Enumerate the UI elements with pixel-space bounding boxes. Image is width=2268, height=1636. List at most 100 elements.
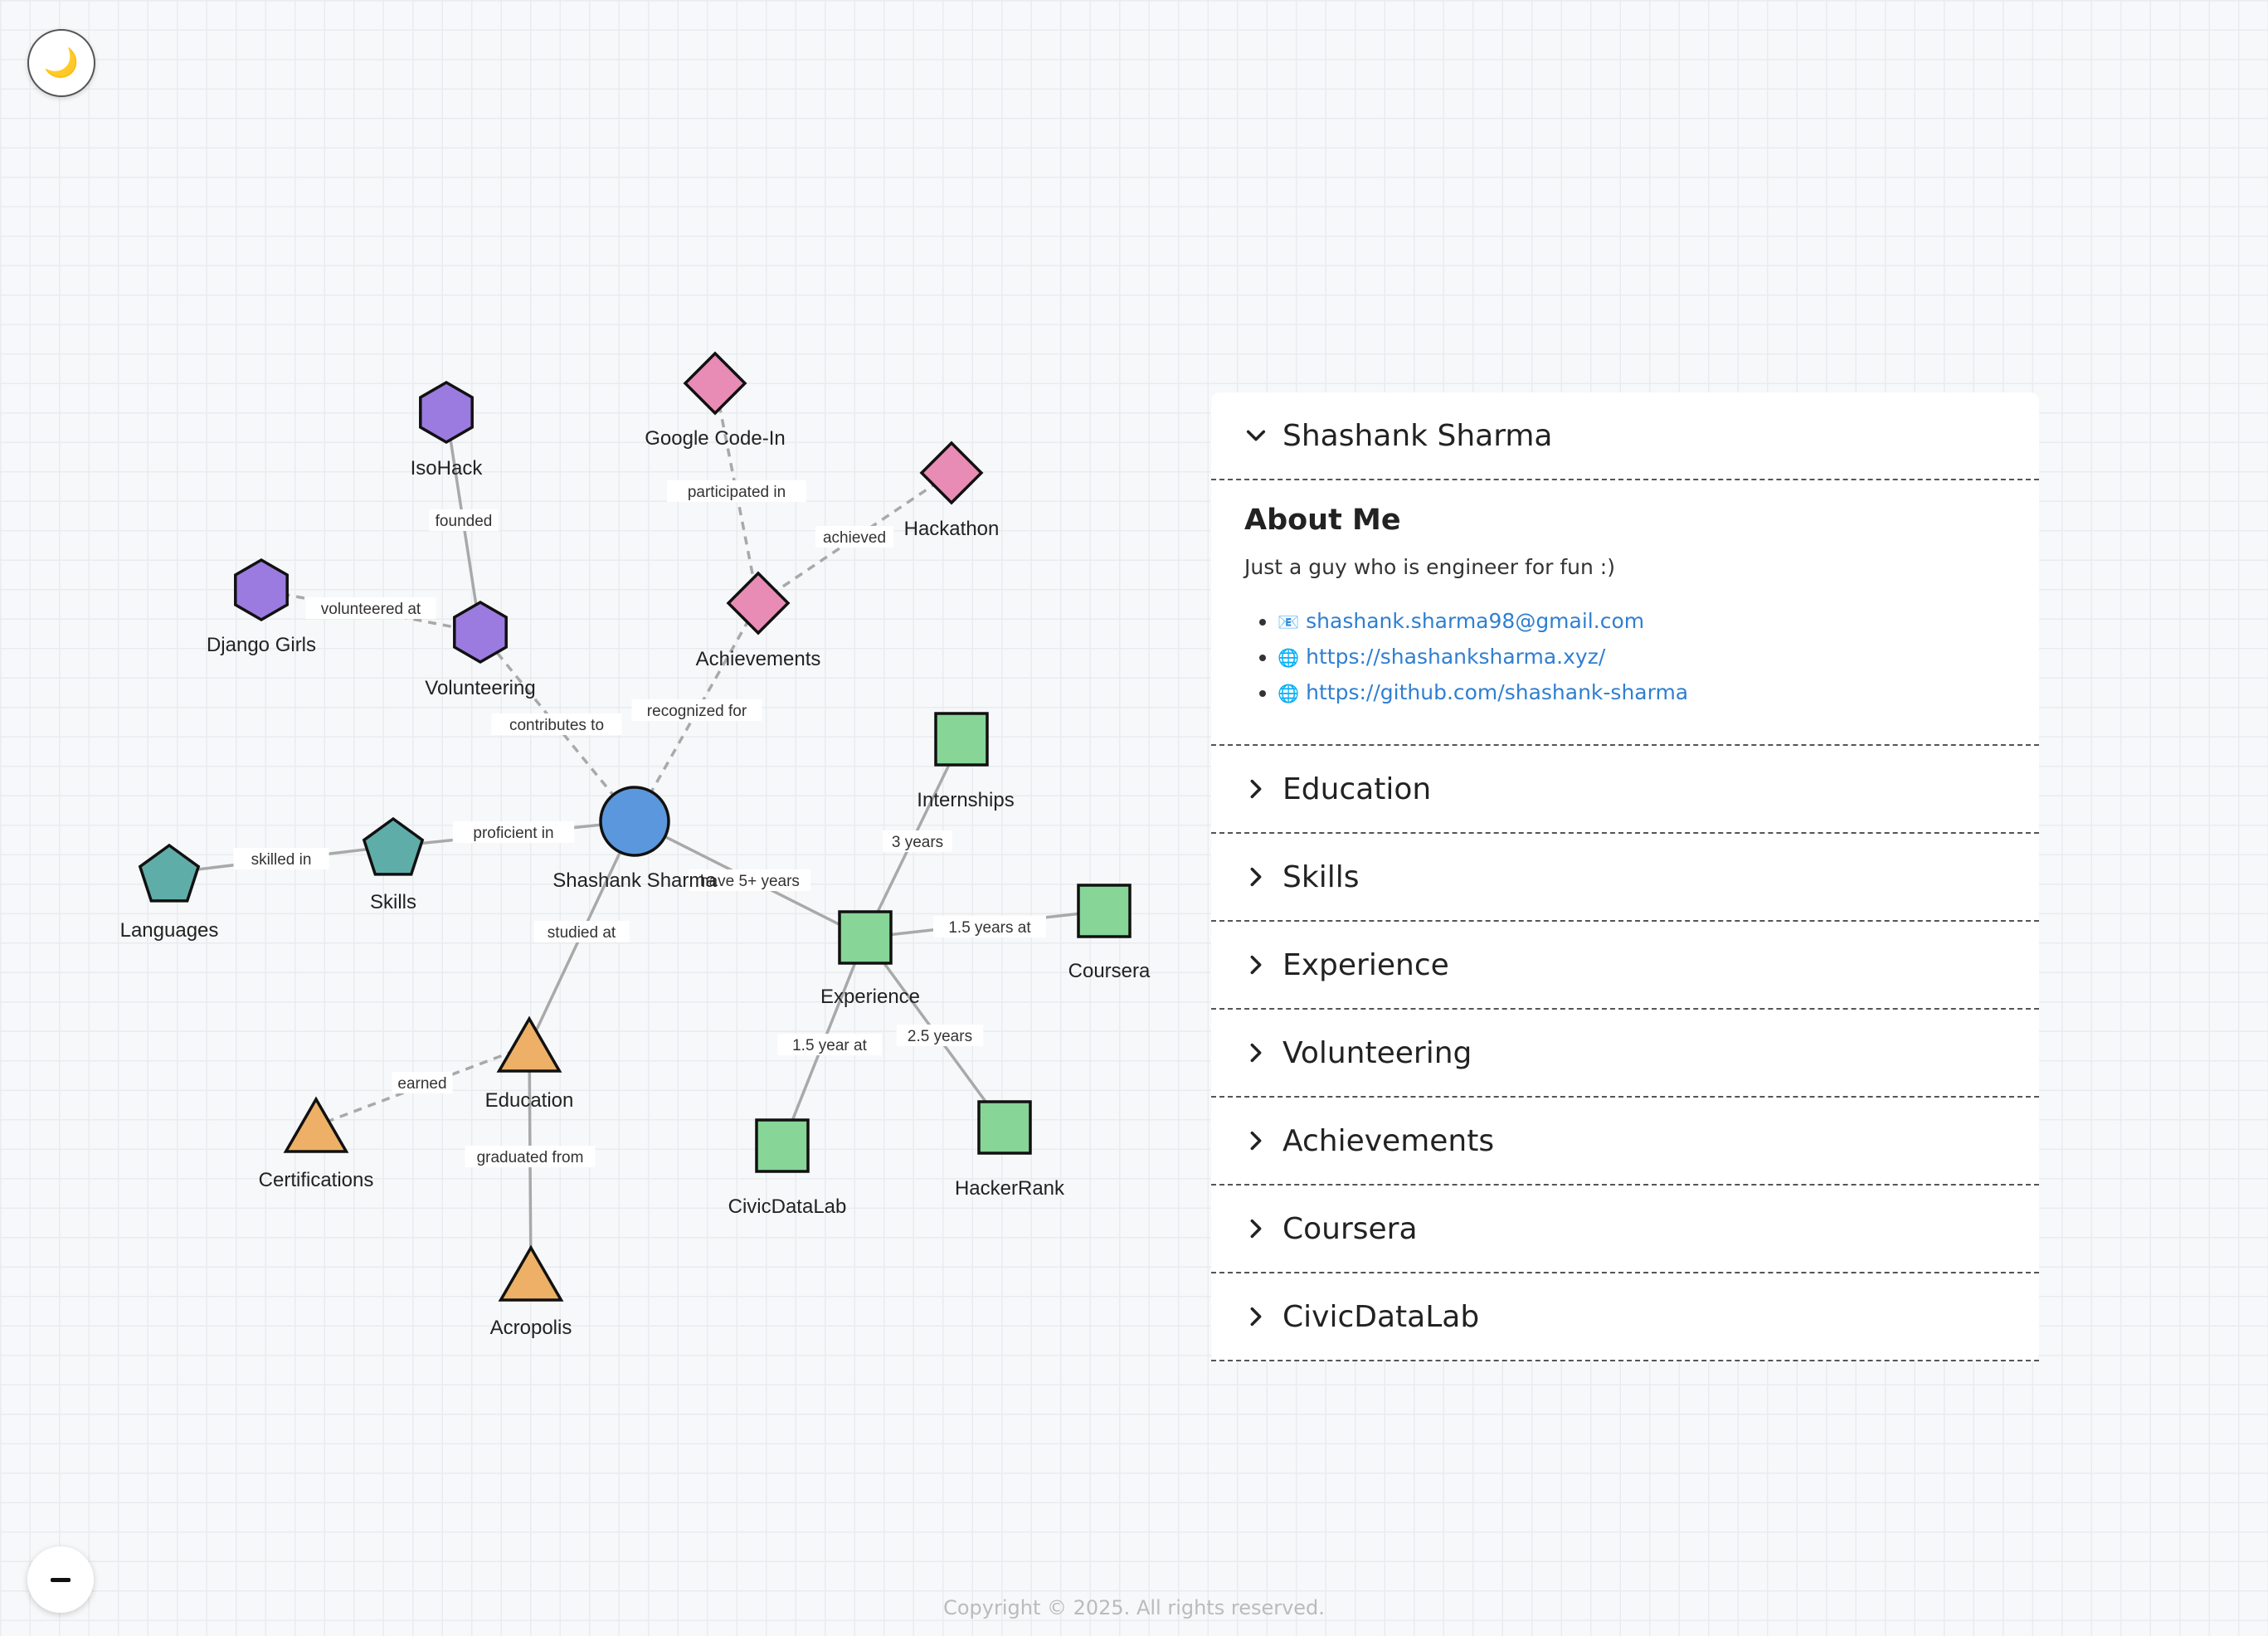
graph-node-languages[interactable]: Languages	[120, 843, 219, 942]
chevron-right-icon	[1250, 955, 1262, 975]
pentagon-node[interactable]	[362, 816, 425, 876]
node-label: Coursera	[1068, 960, 1151, 982]
edge-label: achieved	[823, 529, 886, 547]
edge-label: 1.5 year at	[792, 1037, 867, 1054]
node-label: Hackathon	[904, 518, 1000, 540]
node-label: Skills	[370, 891, 416, 913]
accordion-header-achievements[interactable]: Achievements	[1211, 1098, 2039, 1186]
accordion-header-experience[interactable]: Experience	[1211, 922, 2039, 1010]
edge-label: 2.5 years	[908, 1028, 972, 1045]
square-node[interactable]	[934, 712, 989, 767]
graph-edge: founded	[429, 411, 499, 633]
hexagon-node[interactable]	[234, 558, 289, 622]
triangle-node[interactable]	[498, 1244, 564, 1302]
edge-label: skilled in	[251, 851, 312, 869]
moon-icon: 🌙	[43, 46, 80, 80]
chevron-down-icon	[1246, 430, 1266, 441]
graph-edge: 1.5 year at	[777, 937, 882, 1147]
triangle-node[interactable]	[283, 1096, 349, 1153]
square-node[interactable]	[838, 910, 893, 965]
edge-label: studied at	[548, 924, 616, 942]
graph-node-internships[interactable]: Internships	[917, 712, 1015, 811]
circle-node[interactable]	[599, 786, 670, 857]
diamond-node[interactable]	[919, 441, 984, 505]
graph-node-acropolis[interactable]: Acropolis	[490, 1244, 572, 1339]
node-label: Education	[485, 1089, 574, 1112]
chevron-right-icon	[1250, 1043, 1262, 1063]
graph-node-django[interactable]: Django Girls	[207, 558, 316, 656]
edge-label: 1.5 years at	[948, 919, 1031, 937]
graph-nodes[interactable]: Shashank Sharma Volunteering IsoHack Django…	[120, 351, 1151, 1339]
chevron-right-icon	[1250, 1131, 1262, 1151]
diamond-node[interactable]	[683, 351, 747, 416]
chevron-right-icon	[1250, 779, 1262, 799]
node-label: CivicDataLab	[728, 1195, 847, 1218]
accordion-header-skills[interactable]: Skills	[1211, 834, 2039, 922]
edge-label: contributes to	[509, 717, 604, 734]
edge-label: 3 years	[892, 834, 943, 851]
graph-node-skills[interactable]: Skills	[362, 816, 425, 913]
graph-node-certs[interactable]: Certifications	[259, 1096, 374, 1191]
hexagon-node[interactable]	[453, 600, 508, 665]
globe-icon: 🌐	[1278, 648, 1300, 668]
accordion-title: CivicDataLab	[1282, 1299, 1480, 1334]
graph-node-gci[interactable]: Google Code-In	[645, 351, 786, 450]
graph-node-hackathon[interactable]: Hackathon	[904, 441, 1000, 540]
about-me-section: About Me Just a guy who is engineer for …	[1211, 480, 2039, 746]
edge-label: participated in	[688, 484, 786, 501]
copyright-footer: Copyright © 2025. All rights reserved.	[943, 1596, 1325, 1619]
edge-label: proficient in	[473, 825, 553, 842]
hexagon-node[interactable]	[419, 380, 474, 445]
graph-node-coursera[interactable]: Coursera	[1068, 884, 1151, 982]
graph-edge: 1.5 years at	[864, 909, 1105, 939]
square-node[interactable]	[755, 1118, 810, 1173]
square-node[interactable]	[1077, 884, 1132, 938]
node-label: Acropolis	[490, 1317, 572, 1339]
accordion-title: Shashank Sharma	[1282, 418, 1553, 453]
graph-node-achievements[interactable]: Achievements	[696, 571, 821, 670]
graph-edge: studied at	[528, 820, 636, 1046]
about-text: Just a guy who is engineer for fun :)	[1244, 555, 1615, 579]
accordion-title: Skills	[1282, 859, 1360, 894]
graph-node-isohack[interactable]: IsoHack	[411, 380, 484, 480]
triangle-node[interactable]	[496, 1015, 562, 1073]
accordion-header-profile[interactable]: Shashank Sharma	[1211, 392, 2039, 480]
graph-node-center[interactable]: Shashank Sharma	[552, 786, 717, 892]
accordion-header-coursera[interactable]: Coursera	[1211, 1186, 2039, 1273]
square-node[interactable]	[977, 1100, 1032, 1155]
node-label: HackerRank	[955, 1177, 1065, 1200]
graph-node-experience[interactable]: Experience	[820, 910, 920, 1008]
diamond-node[interactable]	[726, 571, 791, 635]
contact-github-item: 🌐 https://github.com/shashank-sharma	[1278, 675, 2006, 711]
node-label: Experience	[820, 986, 920, 1008]
contact-website-item: 🌐 https://shashanksharma.xyz/	[1278, 640, 2006, 675]
pentagon-node[interactable]	[138, 843, 201, 903]
accordion-header-volunteering[interactable]: Volunteering	[1211, 1010, 2039, 1098]
accordion-sections: Education Skills Experience Volunteering Ach…	[1211, 746, 2039, 1361]
graph-edge: skilled in	[168, 845, 394, 874]
node-label: Languages	[120, 919, 219, 942]
graph-node-volunteering[interactable]: Volunteering	[425, 600, 536, 699]
node-label: Achievements	[696, 648, 821, 670]
graph-edge: 3 years	[864, 738, 963, 938]
accordion-title: Experience	[1282, 947, 1449, 982]
edge-label: graduated from	[477, 1149, 584, 1166]
chevron-right-icon	[1250, 1307, 1262, 1327]
contact-links: 📧 shashank.sharma98@gmail.com 🌐 https://sh…	[1244, 604, 2006, 711]
accordion-header-education[interactable]: Education	[1211, 746, 2039, 834]
node-label: Internships	[917, 789, 1014, 811]
graph-node-civic[interactable]: CivicDataLab	[728, 1118, 847, 1218]
accordion-title: Education	[1282, 772, 1432, 806]
node-label: Shashank Sharma	[552, 869, 717, 892]
email-link[interactable]: shashank.sharma98@gmail.com	[1306, 609, 1644, 633]
graph-node-education[interactable]: Education	[485, 1015, 574, 1112]
graph-node-hackerrank[interactable]: HackerRank	[955, 1100, 1065, 1200]
theme-toggle-button[interactable]: 🌙	[27, 29, 95, 97]
about-heading: About Me	[1244, 504, 1401, 537]
graph-edge: earned	[315, 1044, 530, 1127]
edge-label: recognized for	[647, 703, 747, 720]
edge-label: earned	[397, 1075, 446, 1093]
github-link[interactable]: https://github.com/shashank-sharma	[1306, 680, 1688, 704]
accordion-header-civicdatalab[interactable]: CivicDataLab	[1211, 1273, 2039, 1361]
website-link[interactable]: https://shashanksharma.xyz/	[1306, 645, 1605, 669]
